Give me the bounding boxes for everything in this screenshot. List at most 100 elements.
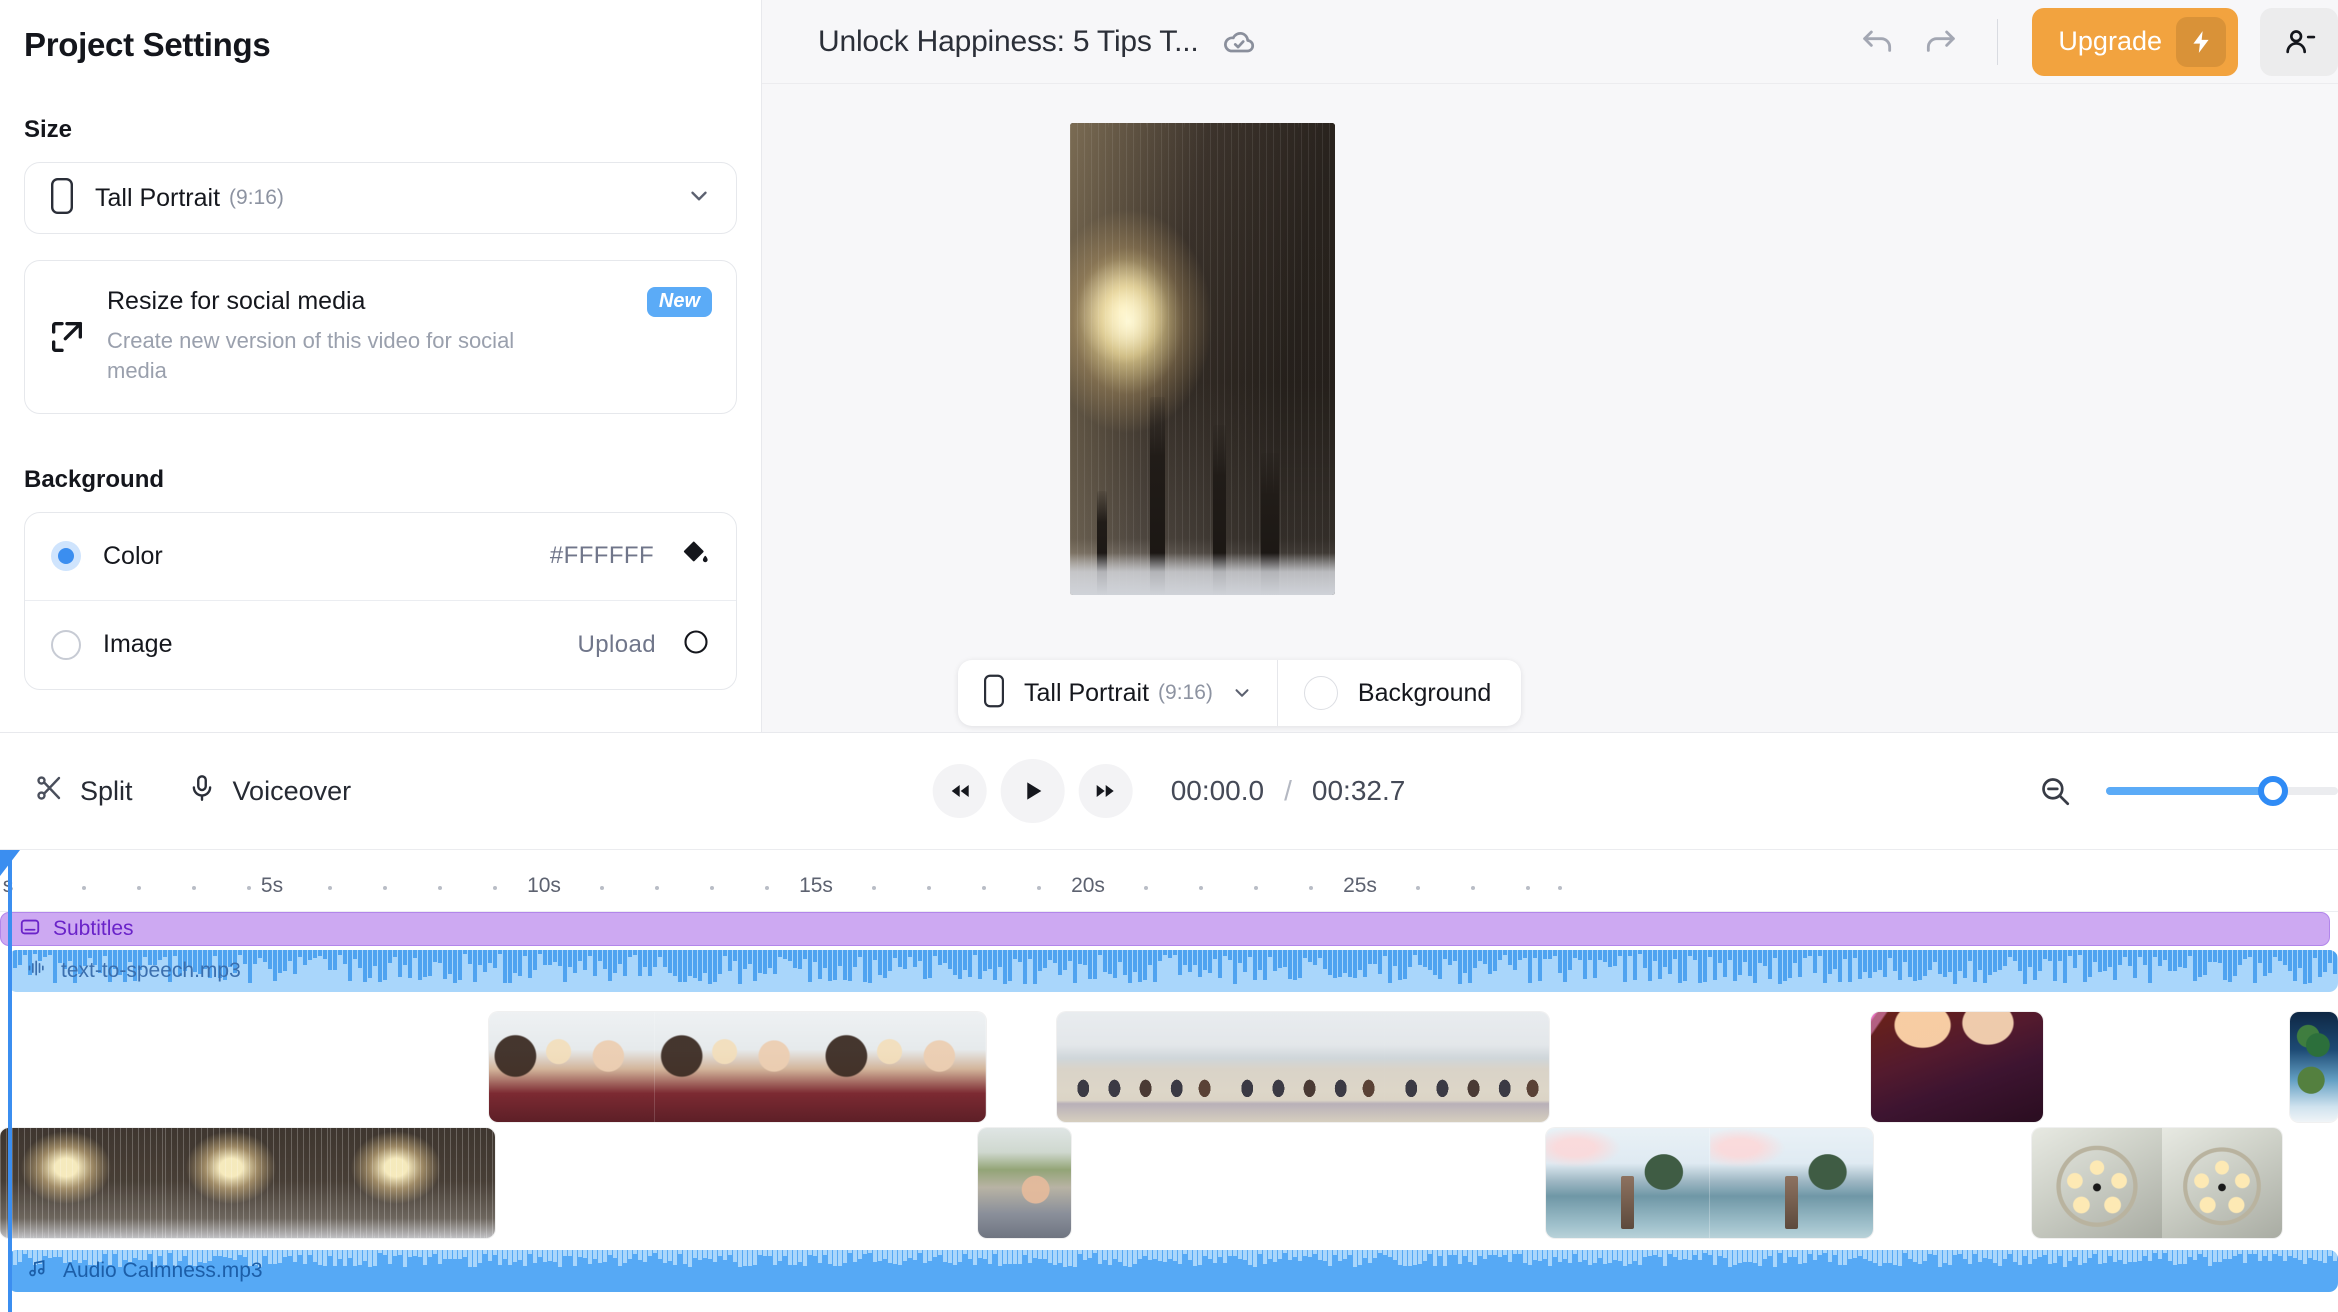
subtitles-clip-label: Subtitles <box>53 917 134 940</box>
microphone-icon <box>187 773 217 810</box>
split-label: Split <box>80 775 133 806</box>
ruler-tick-dot <box>493 886 497 890</box>
resize-for-social-media-card[interactable]: Resize for social media New Create new v… <box>24 260 737 414</box>
time-separator: / <box>1284 775 1292 806</box>
timeline-ruler[interactable]: s 5s 10s 15s 20s 25s <box>0 850 2338 912</box>
video-track-broll <box>0 1128 2338 1238</box>
ruler-tick-dot <box>1526 886 1530 890</box>
preview-controls-bar: Tall Portrait (9:16) Background <box>958 660 1522 726</box>
beach-yoga-clip[interactable] <box>1057 1012 1549 1122</box>
preview-frame-image <box>1070 123 1335 595</box>
cloud-check-icon <box>1221 24 1257 60</box>
size-ratio: (9:16) <box>229 186 284 209</box>
project-settings-sidebar: Project Settings Size Tall Portrait (9:1… <box>0 0 762 732</box>
background-swatch <box>1303 676 1338 710</box>
preview-background-button[interactable]: Background <box>1278 660 1521 726</box>
preview-ratio-value: (9:16) <box>1158 681 1213 704</box>
radio-image[interactable] <box>51 629 81 660</box>
text-to-speech-clip[interactable]: text-to-speech.mp3 <box>8 950 2338 992</box>
ruler-tick-dot <box>872 886 876 890</box>
play-button[interactable] <box>1000 759 1065 823</box>
ruler-tick-dot <box>655 886 659 890</box>
radio-color[interactable] <box>51 541 81 572</box>
ruler-tick-dot <box>1558 886 1562 890</box>
ruler-tick-dot <box>192 886 196 890</box>
video-track-primary <box>0 1012 2338 1122</box>
ruler-tick-dot <box>1037 886 1041 890</box>
voiceover-label: Voiceover <box>232 775 352 806</box>
zoom-slider[interactable] <box>2106 776 2338 806</box>
waveform-icon <box>26 958 48 984</box>
ruler-tick-label: 20s <box>1071 874 1105 897</box>
ruler-tick-dot <box>765 886 769 890</box>
chevron-down-icon <box>686 183 712 214</box>
app-header: Unlock Happiness: 5 Tips T... Upgrade <box>762 0 2338 84</box>
zoom-out-icon[interactable] <box>2038 774 2072 808</box>
rewind-button[interactable] <box>932 764 987 818</box>
preview-background-label: Background <box>1357 678 1492 707</box>
paint-bucket-icon[interactable] <box>680 539 710 574</box>
header-actions: Upgrade <box>1847 0 2338 83</box>
phone-portrait-icon <box>984 674 1005 713</box>
person-add-icon[interactable] <box>2260 7 2338 76</box>
timeline[interactable]: s 5s 10s 15s 20s 25s Subtitles <box>0 850 2338 1312</box>
clip-label: text-to-speech.mp3 <box>26 958 241 984</box>
upload-icon[interactable] <box>682 628 710 661</box>
cafe-conversation-clip[interactable] <box>489 1012 986 1122</box>
ruler-tick-dot <box>600 886 604 890</box>
woman-road-clip[interactable] <box>978 1128 1071 1238</box>
clip-label: Audio Calmness.mp3 <box>26 1257 263 1285</box>
upgrade-button[interactable]: Upgrade <box>2032 7 2238 76</box>
voice-clip-filename: text-to-speech.mp3 <box>61 959 241 982</box>
redo-arrow-icon[interactable] <box>1909 11 1971 73</box>
ruler-tick-dot <box>328 886 332 890</box>
new-badge: New <box>646 287 712 317</box>
lake-pier-clip[interactable] <box>1546 1128 1873 1238</box>
playback-controls: 00:00.0 / 00:32.7 <box>932 759 1406 823</box>
ruler-tick-dot <box>438 886 442 890</box>
zoom-slider-fill <box>2106 787 2274 795</box>
size-select[interactable]: Tall Portrait (9:16) <box>24 162 737 234</box>
video-preview-area: Tall Portrait (9:16) Background <box>762 84 2338 732</box>
background-option-color[interactable]: Color #FFFFFF <box>25 513 736 601</box>
resize-subtitle: Create new version of this video for soc… <box>107 328 515 384</box>
split-button[interactable]: Split <box>34 773 133 810</box>
preview-ratio-label: Tall Portrait <box>1024 678 1150 707</box>
background-option-image[interactable]: Image Upload <box>25 601 736 689</box>
ruler-tick-label: 15s <box>799 874 833 897</box>
ruler-tick-label: 5s <box>260 874 284 897</box>
background-color-value: #FFFFFF <box>549 542 654 570</box>
zoom-slider-handle[interactable] <box>2258 776 2289 806</box>
background-option-label: Image <box>103 630 173 659</box>
winter-forest-clip[interactable] <box>0 1128 495 1238</box>
ruler-tick-dot <box>1254 886 1258 890</box>
ruler-tick-dot <box>710 886 714 890</box>
ruler-tick-dot <box>1199 886 1203 890</box>
ruler-tick-dot <box>1309 886 1313 890</box>
chevron-down-icon <box>1231 682 1253 704</box>
scissors-icon <box>34 773 64 810</box>
background-section-label: Background <box>24 465 165 493</box>
project-title[interactable]: Unlock Happiness: 5 Tips T... <box>818 25 1199 59</box>
phone-portrait-icon <box>51 177 74 219</box>
surgical-lights-clip[interactable] <box>2032 1128 2282 1238</box>
video-preview-frame[interactable] <box>1070 123 1335 595</box>
total-time: 00:32.7 <box>1311 775 1406 806</box>
subtitle-box-icon <box>19 916 41 943</box>
size-name: Tall Portrait <box>95 183 221 212</box>
music-audio-track: Audio Calmness.mp3 <box>8 1250 2338 1292</box>
globe-earth-clip[interactable] <box>2290 1012 2338 1122</box>
music-note-icon <box>26 1257 50 1285</box>
timeline-toolbar: Split Voiceover 00:00.0 / 00:32.7 <box>0 732 2338 850</box>
audio-calmness-clip[interactable]: Audio Calmness.mp3 <box>8 1250 2338 1292</box>
ruler-tick-dot <box>1144 886 1148 890</box>
music-clip-filename: Audio Calmness.mp3 <box>63 1259 263 1282</box>
undo-arrow-icon[interactable] <box>1847 11 1909 73</box>
neon-inspire-clip[interactable] <box>1871 1012 2043 1122</box>
fast-forward-button[interactable] <box>1078 764 1133 818</box>
voiceover-button[interactable]: Voiceover <box>187 773 352 810</box>
background-option-label: Color <box>103 541 163 570</box>
playhead[interactable] <box>0 850 20 1312</box>
preview-ratio-select[interactable]: Tall Portrait (9:16) <box>958 660 1277 726</box>
subtitles-clip[interactable]: Subtitles <box>0 912 2330 946</box>
